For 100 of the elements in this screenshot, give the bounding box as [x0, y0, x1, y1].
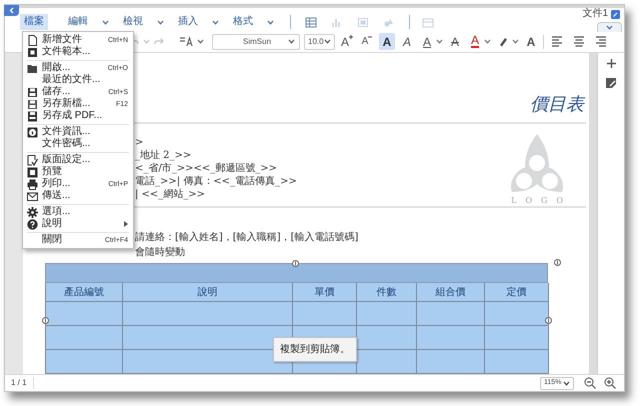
address-line: _地址 2_>>	[135, 149, 192, 162]
zoom-in-icon[interactable]	[604, 377, 616, 389]
table-cell	[293, 302, 357, 326]
italic-button[interactable]: A	[399, 33, 416, 50]
note-icon[interactable]	[606, 78, 616, 88]
menu-item[interactable]: 傳送...	[23, 190, 133, 202]
gear-icon	[27, 206, 38, 218]
table-cell	[417, 326, 485, 350]
table-cell	[485, 326, 549, 350]
grow-font-button[interactable]: A	[339, 33, 356, 50]
menu-item[interactable]: 格式	[229, 14, 257, 30]
menu-item[interactable]: 文件資訊...	[23, 126, 133, 138]
column-header: 件數	[357, 283, 417, 302]
font-size-dropdown[interactable]: 10.0	[304, 34, 335, 50]
preview-icon	[27, 166, 38, 178]
align-right-icon[interactable]	[595, 35, 608, 48]
save-icon	[27, 86, 38, 98]
resize-handle-icon[interactable]	[292, 260, 299, 267]
page-indicator: 1 / 1	[11, 377, 34, 389]
folder-icon	[27, 62, 38, 74]
column-header: 單價	[293, 283, 357, 302]
tooltip: 複製到剪貼簿。	[273, 337, 357, 362]
table-cell	[417, 350, 485, 374]
menu-item[interactable]: 預覽	[23, 166, 133, 178]
chevron-left-icon	[9, 7, 14, 14]
back-button[interactable]	[4, 5, 19, 16]
page-setup-icon	[27, 154, 38, 166]
underline-button[interactable]: A	[419, 33, 436, 50]
plus-icon	[349, 35, 354, 39]
table-cell	[417, 302, 485, 326]
caret-icon[interactable]	[157, 20, 164, 25]
menu-item[interactable]: 文件範本...	[23, 46, 133, 58]
column-header: 組合價	[417, 283, 485, 302]
menu-item[interactable]: 插入	[174, 14, 202, 30]
menu-item[interactable]: 選項...	[23, 206, 133, 218]
align-left-icon[interactable]	[551, 35, 564, 48]
zoom-out-icon[interactable]	[584, 377, 596, 389]
resize-handle-icon[interactable]	[545, 317, 552, 324]
document-icon	[27, 34, 38, 46]
table-cell	[485, 350, 549, 374]
resize-handle-icon[interactable]	[42, 317, 49, 324]
menu-item[interactable]: 檢視	[119, 14, 147, 30]
caret-icon[interactable]	[212, 20, 219, 25]
column-header: 說明	[123, 283, 293, 302]
template-icon	[27, 46, 38, 58]
caret-icon[interactable]	[512, 39, 520, 44]
font-dropdown[interactable]: SimSun	[212, 34, 300, 50]
help-icon	[27, 218, 38, 230]
envelope-icon	[27, 190, 38, 202]
caret-icon[interactable]	[288, 39, 295, 44]
menu-item[interactable]: 文件密碼...	[23, 138, 133, 150]
menu-item[interactable]: 檔案	[20, 14, 48, 30]
table-icon[interactable]	[305, 17, 317, 28]
info-icon	[27, 126, 38, 138]
shrink-font-button[interactable]: A	[359, 33, 376, 50]
text-style-icon[interactable]	[179, 35, 193, 48]
logo-icon	[509, 134, 566, 194]
caret-icon[interactable]	[436, 39, 444, 44]
note-line: 會隨時變動	[135, 246, 185, 260]
caret-icon[interactable]	[102, 20, 109, 25]
bold-button[interactable]: A	[379, 33, 396, 50]
menu-item[interactable]: 最近的文件...	[23, 74, 133, 86]
address-line: | <<_網站_>>	[135, 188, 206, 201]
pdf-save-icon	[27, 110, 38, 122]
save-as-icon	[27, 98, 38, 110]
caret-icon[interactable]	[324, 39, 331, 44]
plus-icon[interactable]	[606, 59, 616, 68]
menu-item[interactable]: 說明	[23, 218, 133, 230]
document-title: 文件1	[582, 9, 608, 19]
minus-icon	[368, 35, 372, 39]
clear-format-button[interactable]: A	[523, 33, 540, 50]
menu-item[interactable]: 版面設定...	[23, 154, 133, 166]
caret-icon[interactable]	[484, 39, 492, 44]
caret-icon[interactable]	[267, 20, 274, 25]
table-cell	[357, 326, 417, 350]
table-cell	[485, 302, 549, 326]
scrollbar[interactable]	[589, 53, 597, 374]
menu-item[interactable]: 另存成 PDF...	[23, 110, 133, 122]
chevron-down-icon	[606, 25, 613, 30]
table-cell	[357, 302, 417, 326]
collapse-button[interactable]	[597, 22, 622, 32]
resize-handle-icon[interactable]	[554, 259, 561, 266]
font-color-button[interactable]: A	[467, 33, 484, 50]
table-cell	[357, 350, 417, 374]
contact-line: 請連絡：[輸入姓名]，[輸入職稱]，[輸入電話號碼]	[135, 230, 358, 245]
caret-icon[interactable]	[197, 39, 204, 44]
column-header: 產品編號	[46, 283, 123, 302]
address-line: <_省/市_>><<_郵遞區號_>>	[135, 162, 278, 175]
strikethrough-button[interactable]: A	[447, 33, 464, 50]
column-header: 定價	[485, 283, 549, 302]
printer-icon	[27, 178, 38, 190]
edit-icon[interactable]	[611, 10, 620, 18]
menu-item[interactable]: 編輯	[64, 14, 92, 30]
address-line: 電話_>>| 傳真：<<_電話傳真_>>	[135, 175, 297, 188]
document-title: 價目表	[530, 94, 584, 116]
marker-icon	[498, 36, 508, 47]
caret-icon[interactable]	[563, 380, 570, 386]
align-center-icon[interactable]	[573, 35, 586, 48]
logo-text: LOGO	[510, 195, 572, 207]
address-line: >	[135, 136, 144, 149]
